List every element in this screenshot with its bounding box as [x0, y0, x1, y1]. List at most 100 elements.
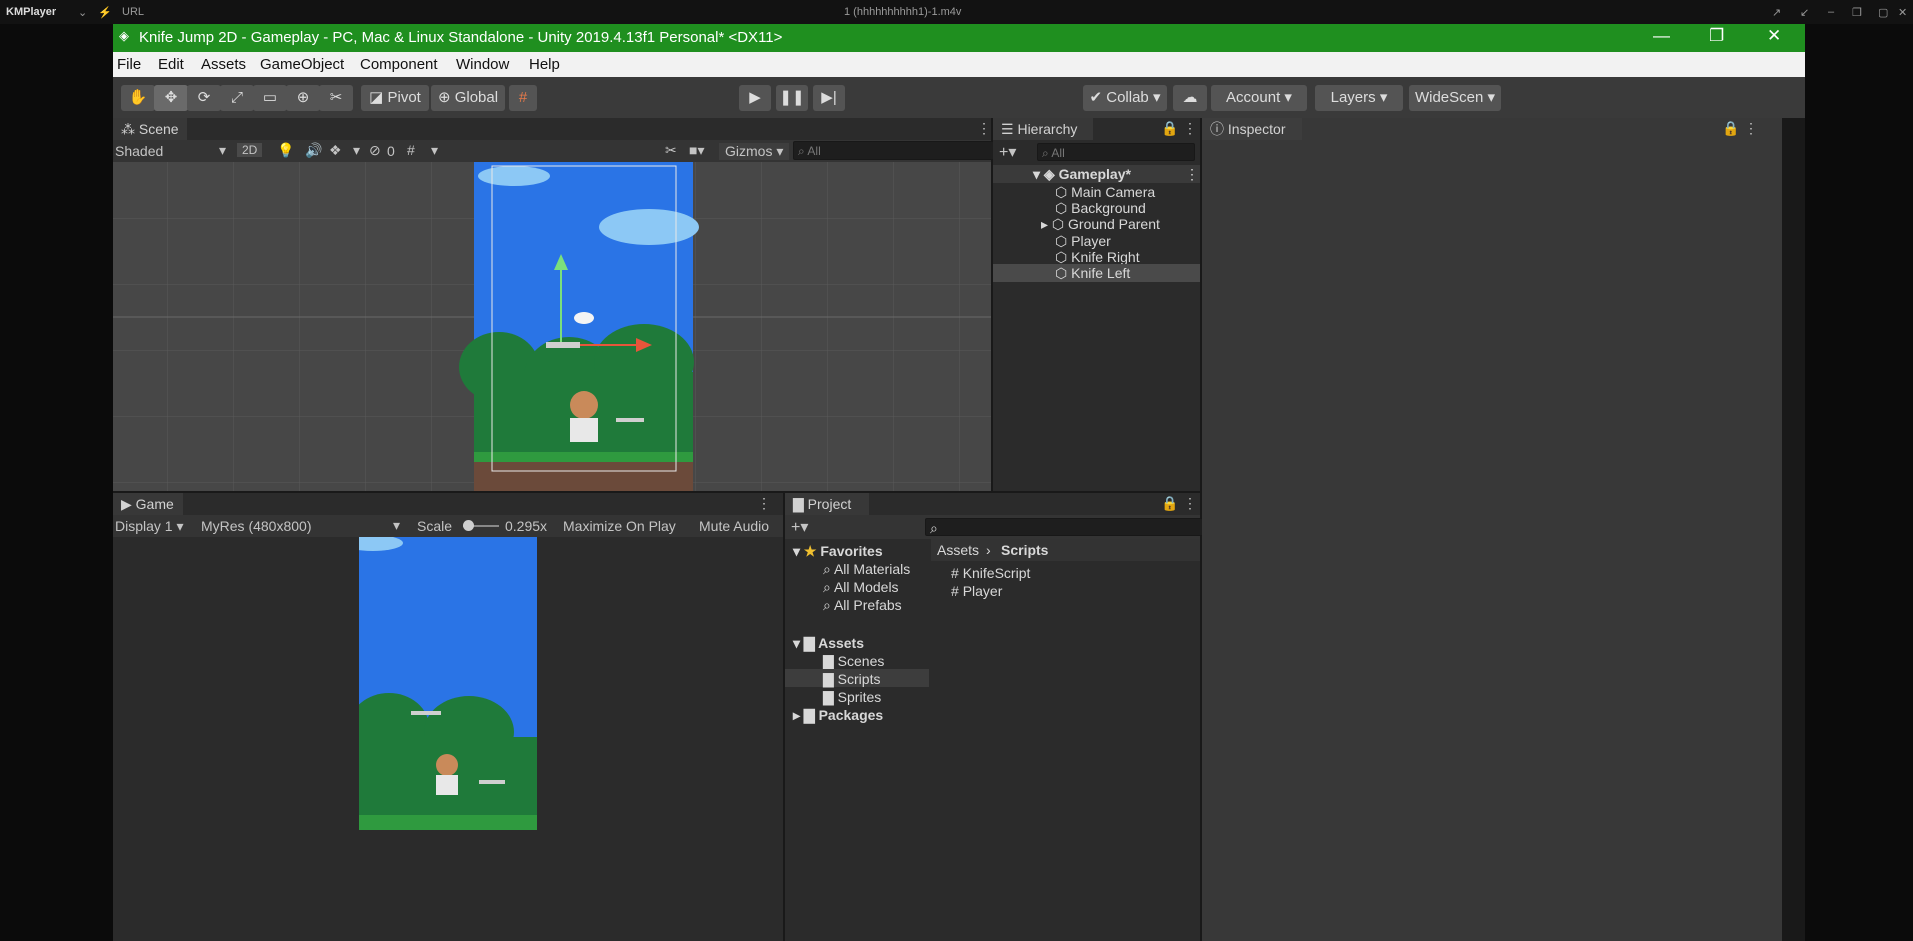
hierarchy-root-row[interactable]: ▾ ◈ Gameplay* ⋮: [993, 165, 1200, 183]
tab-hierarchy[interactable]: ☰ Hierarchy: [993, 118, 1093, 140]
scene-search-input[interactable]: ⌕ All: [793, 141, 1005, 160]
minimize-icon[interactable]: –: [1828, 6, 1834, 18]
game-viewport[interactable]: [113, 537, 783, 941]
resolution-dropdown[interactable]: MyRes (480x800): [201, 518, 312, 534]
url-button[interactable]: URL: [122, 6, 144, 18]
pivot-toggle[interactable]: ◪ Pivot: [361, 85, 429, 111]
tab-inspector[interactable]: ⓘ Inspector: [1202, 118, 1302, 140]
favorites-item-all-materials[interactable]: ⌕ All Materials: [823, 561, 910, 578]
favorites-header[interactable]: ▾ ★ Favorites: [793, 543, 883, 560]
kmplayer-logo[interactable]: KMPlayer: [6, 6, 56, 18]
favorites-item-all-models[interactable]: ⌕ All Models: [823, 579, 899, 596]
hierarchy-item-ground-parent[interactable]: ▸ ⬡ Ground Parent: [1041, 216, 1160, 233]
menu-edit[interactable]: Edit: [158, 56, 184, 73]
pause-button[interactable]: ❚❚: [776, 85, 808, 111]
close-icon[interactable]: ✕: [1898, 6, 1907, 19]
folder-scenes[interactable]: ▇ Scenes: [823, 653, 884, 670]
layers-dropdown[interactable]: Layers ▾: [1315, 85, 1403, 111]
collab-dropdown[interactable]: ✔ Collab ▾: [1083, 85, 1167, 111]
rotate-tool-icon[interactable]: ⟳: [187, 85, 221, 111]
tab-project[interactable]: ▇ Project: [785, 493, 869, 515]
move-tool-icon[interactable]: ✥: [154, 85, 188, 111]
cloud-icon[interactable]: ☁: [1173, 85, 1207, 111]
account-dropdown[interactable]: Account ▾: [1211, 85, 1307, 111]
shading-mode-dropdown[interactable]: Shaded: [115, 143, 163, 159]
gizmos-dropdown[interactable]: Gizmos ▾: [719, 143, 790, 160]
play-button[interactable]: ▶: [739, 85, 771, 111]
hierarchy-search-input[interactable]: ⌕ All: [1037, 143, 1195, 161]
close-icon[interactable]: ✕: [1767, 26, 1781, 46]
chevron-down-icon[interactable]: ▾: [219, 142, 226, 159]
menu-file[interactable]: File: [117, 56, 141, 73]
bolt-icon[interactable]: ⚡: [98, 6, 112, 19]
chevron-right-icon: ›: [986, 542, 991, 558]
hierarchy-item-background[interactable]: ⬡ Background: [1055, 200, 1146, 217]
global-toggle[interactable]: ⊕ Global: [431, 85, 505, 111]
maximize-on-play-toggle[interactable]: Maximize On Play: [563, 518, 676, 534]
2d-toggle[interactable]: 2D: [237, 143, 263, 157]
folder-sprites[interactable]: ▇ Sprites: [823, 689, 881, 706]
breadcrumb-scripts[interactable]: Scripts: [1001, 542, 1048, 558]
restore-icon[interactable]: ❐: [1852, 6, 1862, 19]
chevron-down-icon[interactable]: ▾: [353, 142, 360, 159]
panel-menu-icon[interactable]: ⋮: [977, 120, 991, 137]
create-asset-button[interactable]: +▾: [791, 517, 808, 537]
menu-window[interactable]: Window: [456, 56, 509, 73]
folder-scripts[interactable]: ▇ Scripts: [823, 671, 880, 688]
display-dropdown[interactable]: Display 1 ▾: [115, 518, 184, 535]
restore-icon[interactable]: ❐: [1709, 26, 1724, 46]
menu-gameobject[interactable]: GameObject: [260, 56, 344, 73]
layout-dropdown[interactable]: WideScen ▾: [1409, 85, 1501, 111]
menu-component[interactable]: Component: [360, 56, 438, 73]
shrink-icon[interactable]: ↙: [1800, 6, 1809, 19]
lighting-icon[interactable]: 💡: [277, 142, 294, 159]
panel-menu-icon[interactable]: ⋮: [1183, 495, 1197, 512]
tab-scene[interactable]: ⁂ Scene: [113, 118, 187, 140]
lock-icon[interactable]: 🔒: [1722, 120, 1739, 137]
favorites-item-all-prefabs[interactable]: ⌕ All Prefabs: [823, 597, 902, 614]
hierarchy-item-knife-left[interactable]: ⬡ Knife Left: [1055, 265, 1130, 282]
file-knifescript[interactable]: # KnifeScript: [951, 565, 1030, 581]
scene-viewport[interactable]: [113, 162, 991, 491]
add-object-button[interactable]: +▾: [999, 142, 1016, 162]
file-player[interactable]: # Player: [951, 583, 1002, 599]
rect-tool-icon[interactable]: ▭: [253, 85, 287, 111]
menu-help[interactable]: Help: [529, 56, 560, 73]
scale-slider[interactable]: [463, 520, 499, 531]
menu-assets[interactable]: Assets: [201, 56, 246, 73]
tab-game[interactable]: ▶ Game: [113, 493, 183, 515]
panel-menu-icon[interactable]: ⋮: [1185, 166, 1199, 183]
pivot-label: Pivot: [387, 89, 421, 106]
effects-icon[interactable]: ❖: [329, 142, 342, 159]
lock-icon[interactable]: 🔒: [1161, 120, 1178, 137]
snap-grid-icon[interactable]: #: [509, 85, 537, 111]
breadcrumb-assets[interactable]: Assets: [937, 542, 979, 558]
scale-slider-handle[interactable]: [463, 520, 474, 531]
hierarchy-selected-row[interactable]: ⬡ Knife Left: [993, 264, 1200, 282]
packages-folder[interactable]: ▸ ▇ Packages: [793, 707, 883, 724]
custom-tool-icon[interactable]: ✂: [319, 85, 353, 111]
grid-toggle-icon[interactable]: #: [407, 142, 415, 158]
lock-icon[interactable]: 🔒: [1161, 495, 1178, 512]
hierarchy-item-player[interactable]: ⬡ Player: [1055, 233, 1111, 250]
step-button[interactable]: ▶|: [813, 85, 845, 111]
chevron-down-icon[interactable]: ▾: [431, 142, 438, 159]
panel-menu-icon[interactable]: ⋮: [1744, 120, 1758, 137]
maximize-icon[interactable]: ▢: [1878, 6, 1888, 19]
mute-audio-toggle[interactable]: Mute Audio: [699, 518, 769, 534]
chevron-down-icon[interactable]: ▾: [393, 517, 400, 534]
tools-icon[interactable]: ✂: [665, 142, 677, 159]
transform-tool-icon[interactable]: ⊕: [286, 85, 320, 111]
pin-icon[interactable]: ↗: [1772, 6, 1781, 19]
scale-tool-icon[interactable]: ⤢: [220, 85, 254, 111]
audio-icon[interactable]: 🔊: [305, 142, 322, 159]
minimize-icon[interactable]: —: [1653, 26, 1670, 46]
assets-folder[interactable]: ▾ ▇ Assets: [793, 635, 864, 652]
hierarchy-item-main-camera[interactable]: ⬡ Main Camera: [1055, 184, 1155, 201]
panel-menu-icon[interactable]: ⋮: [757, 495, 771, 512]
chevron-down-icon[interactable]: ⌄: [78, 6, 87, 19]
hidden-objects-icon[interactable]: ⊘: [369, 142, 381, 159]
panel-menu-icon[interactable]: ⋮: [1183, 120, 1197, 137]
camera-icon[interactable]: ■▾: [689, 142, 704, 159]
hand-tool-icon[interactable]: ✋: [121, 85, 155, 111]
